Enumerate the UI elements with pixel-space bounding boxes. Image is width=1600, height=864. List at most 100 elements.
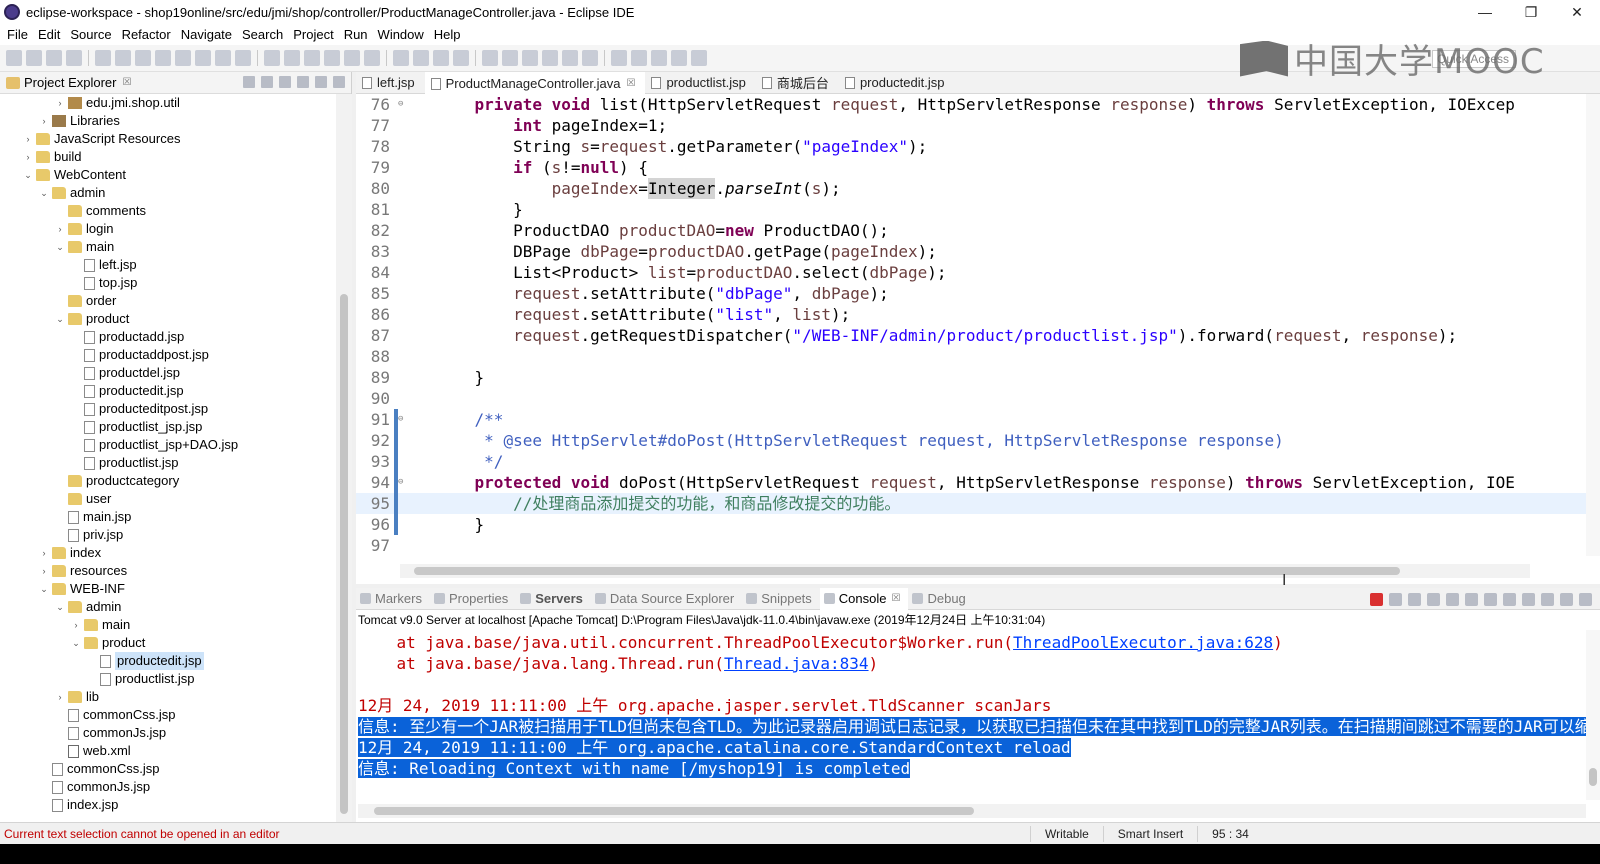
tree-item[interactable]: productcategory [0, 472, 336, 490]
minimize-view-icon[interactable] [315, 76, 327, 88]
new-java-project-icon[interactable] [482, 50, 498, 66]
close-icon[interactable]: ☒ [892, 593, 901, 604]
console-hscroll-thumb[interactable] [374, 807, 974, 815]
explorer-scrollbar[interactable] [336, 94, 352, 822]
editor-horizontal-scrollbar[interactable] [400, 564, 1530, 578]
disconnect-icon[interactable] [175, 50, 191, 66]
console-view-tab[interactable]: Data Source Explorer [591, 588, 742, 610]
tree-item[interactable]: productdel.jsp [0, 364, 336, 382]
suspend-icon[interactable] [135, 50, 151, 66]
external-tools-icon[interactable] [453, 50, 469, 66]
show-on-output-icon[interactable] [1484, 593, 1497, 606]
editor-tab[interactable]: 商城后台 [756, 72, 839, 94]
pin-icon[interactable] [304, 50, 320, 66]
menu-refactor[interactable]: Refactor [117, 27, 176, 42]
maximize-button[interactable]: ❐ [1508, 0, 1554, 24]
console-line[interactable] [356, 674, 1586, 695]
fold-icon[interactable]: ⊖ [398, 94, 408, 115]
console-horizontal-scrollbar[interactable] [358, 804, 1586, 818]
console-vscroll-thumb[interactable] [1589, 768, 1597, 786]
previous-annotation-icon[interactable] [631, 50, 647, 66]
fold-icon[interactable] [398, 220, 408, 241]
close-icon[interactable]: ☒ [626, 78, 635, 89]
skip-breakpoints-icon[interactable] [95, 50, 111, 66]
console-line[interactable]: 信息: Reloading Context with name [/myshop… [356, 758, 1586, 779]
code-line[interactable]: 89 } [356, 367, 1600, 388]
tree-item[interactable]: productlist_jsp.jsp [0, 418, 336, 436]
code-line[interactable]: 78 String s = request .getParameter("pageIn… [356, 136, 1600, 157]
console-view-tab[interactable]: Markers [356, 588, 430, 610]
terminate-icon[interactable] [155, 50, 171, 66]
maximize-view-icon[interactable] [333, 76, 345, 88]
fold-icon[interactable] [398, 514, 408, 535]
forward-icon[interactable] [691, 50, 707, 66]
tree-item[interactable]: index.jsp [0, 796, 336, 814]
fold-icon[interactable] [398, 178, 408, 199]
toggle-mark-occurrences-icon[interactable] [284, 50, 300, 66]
code-line[interactable]: 88 [356, 346, 1600, 367]
fold-icon[interactable]: ⊖ [398, 472, 408, 493]
tree-item[interactable]: top.jsp [0, 274, 336, 292]
console-view-tab[interactable]: Console ☒ [819, 587, 909, 610]
display-console-icon[interactable] [1522, 593, 1535, 606]
fold-icon[interactable] [398, 451, 408, 472]
tree-item[interactable]: › resources [0, 562, 336, 580]
code-line[interactable]: 94 ⊖ protected void doPost(HttpServletReq… [356, 472, 1600, 493]
new-package-icon[interactable] [502, 50, 518, 66]
fold-icon[interactable] [398, 493, 408, 514]
console-view-tab[interactable]: Servers [516, 588, 591, 610]
tree-item[interactable]: web.xml [0, 742, 336, 760]
tree-twisty-icon[interactable]: › [22, 148, 34, 166]
code-line[interactable]: 82 ProductDAO productDAO = new ProductDAO(… [356, 220, 1600, 241]
print-icon[interactable] [66, 50, 82, 66]
console-output[interactable]: at java.base/java.util.concurrent.Thread… [356, 632, 1586, 810]
link-with-editor-icon[interactable] [261, 76, 273, 88]
run-icon[interactable] [413, 50, 429, 66]
tree-item[interactable]: main.jsp [0, 508, 336, 526]
block-selection-icon[interactable] [344, 50, 360, 66]
scroll-lock-icon[interactable] [1446, 593, 1459, 606]
code-line[interactable]: 83 DBPage dbPage = productDAO .getPage(page… [356, 241, 1600, 262]
tree-twisty-icon[interactable]: › [54, 220, 66, 238]
tree-twisty-icon[interactable]: ⌄ [22, 166, 34, 184]
menu-help[interactable]: Help [429, 27, 466, 42]
save-all-icon[interactable] [46, 50, 62, 66]
tree-item[interactable]: ⌄ WebContent [0, 166, 336, 184]
tab-project-explorer[interactable]: Project Explorer ☒ [0, 72, 137, 94]
save-icon[interactable] [26, 50, 42, 66]
tree-item[interactable]: › Libraries [0, 112, 336, 130]
code-line[interactable]: 90 [356, 388, 1600, 409]
fold-icon[interactable] [398, 325, 408, 346]
console-view-tab[interactable]: Properties [430, 588, 516, 610]
tree-item[interactable]: › index [0, 544, 336, 562]
menu-window[interactable]: Window [373, 27, 429, 42]
code-line[interactable]: 85 request .setAttribute("dbPage", dbPage… [356, 283, 1600, 304]
tree-item[interactable]: productlist.jsp [0, 670, 336, 688]
console-line[interactable]: 12月 24, 2019 11:11:00 上午 org.apache.cata… [356, 737, 1586, 758]
code-line[interactable]: 79 if (s != null) { [356, 157, 1600, 178]
tree-twisty-icon[interactable]: › [38, 544, 50, 562]
open-type-icon[interactable] [542, 50, 558, 66]
step-into-icon[interactable] [195, 50, 211, 66]
tree-item[interactable]: order [0, 292, 336, 310]
tree-item[interactable]: priv.jsp [0, 526, 336, 544]
new-class-icon[interactable] [522, 50, 538, 66]
console-stacktrace-link[interactable]: Thread.java:834 [724, 654, 869, 673]
fold-icon[interactable] [398, 136, 408, 157]
tree-item[interactable]: › lib [0, 688, 336, 706]
close-button[interactable]: ✕ [1554, 0, 1600, 24]
code-line[interactable]: 80 pageIndex = Integer. parseInt(s); [356, 178, 1600, 199]
step-over-icon[interactable] [215, 50, 231, 66]
remove-launch-icon[interactable] [1389, 593, 1402, 606]
annotation-icon[interactable] [324, 50, 340, 66]
tree-item[interactable]: comments [0, 202, 336, 220]
new-icon[interactable] [6, 50, 22, 66]
fold-icon[interactable] [398, 262, 408, 283]
tree-twisty-icon[interactable]: › [70, 616, 82, 634]
tree-item[interactable]: productlist_jsp+DAO.jsp [0, 436, 336, 454]
menu-edit[interactable]: Edit [33, 27, 65, 42]
editor-hscroll-thumb[interactable] [414, 567, 1400, 575]
tree-item[interactable]: commonCss.jsp [0, 760, 336, 778]
tree-item[interactable]: productedit.jsp [0, 652, 336, 670]
tree-item[interactable]: › JavaScript Resources [0, 130, 336, 148]
